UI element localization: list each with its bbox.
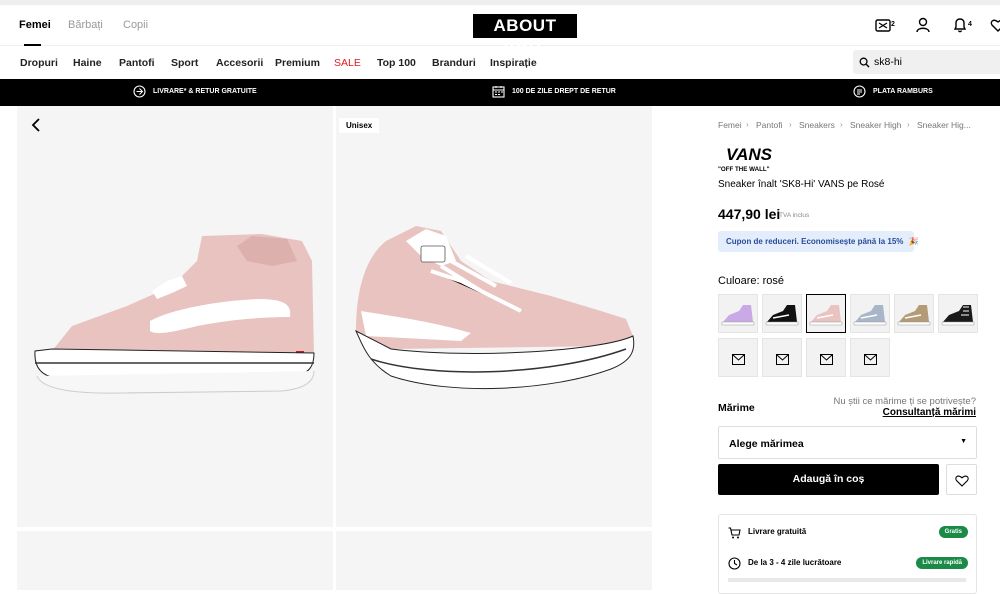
nav-item-premium[interactable]: Premium [275, 57, 320, 69]
chevron-right-icon: › [746, 120, 749, 129]
user-icon[interactable] [915, 17, 937, 35]
product-image-1[interactable] [17, 106, 333, 527]
product-image-3[interactable] [17, 531, 333, 590]
nav-item-brands[interactable]: Branduri [432, 57, 476, 69]
nav-item-inspiration[interactable]: Inspirație [490, 57, 537, 69]
coupon-text: Cupon de reduceri. Economisește până la … [726, 237, 904, 246]
size-select-placeholder: Alege mărimea [729, 438, 804, 450]
chevron-right-icon: › [840, 120, 843, 129]
party-icon: 🎉 [908, 237, 919, 246]
breadcrumb-current: Sneaker Hig... [917, 120, 971, 130]
color-swatch-placeholder[interactable] [806, 338, 846, 377]
clock-icon [728, 557, 741, 575]
unisex-badge: Unisex [339, 118, 380, 133]
color-swatch-black-white[interactable] [938, 294, 978, 333]
chevron-down-icon: ▼ [960, 438, 967, 445]
color-swatch-lilac[interactable] [718, 294, 758, 333]
gender-tab-women[interactable]: Femei [19, 19, 51, 31]
color-swatch-blue-grey[interactable] [850, 294, 890, 333]
nav-item-clothing[interactable]: Haine [73, 57, 102, 69]
color-swatch-placeholder[interactable] [718, 338, 758, 377]
main-nav: Dropuri Haine Pantofi Sport Accesorii Pr… [0, 47, 1000, 79]
product-image-2[interactable] [336, 106, 652, 527]
chevron-right-icon: › [907, 120, 910, 129]
nav-item-sport[interactable]: Sport [171, 57, 198, 69]
gender-tab-men[interactable]: Bărbați [68, 19, 103, 31]
color-swatch-rose-selected[interactable] [806, 294, 846, 333]
product-price: 447,90 lei [718, 206, 781, 222]
fast-delivery-badge: Livrare rapidă [916, 557, 968, 569]
about-you-logo[interactable]: ABOUT YOU○ [473, 14, 577, 59]
free-badge: Gratis [938, 526, 968, 538]
size-advice-link[interactable]: Consultanță mărimi [883, 407, 976, 418]
color-swatch-placeholder[interactable] [850, 338, 890, 377]
sneaker-angle-view [354, 226, 635, 390]
delivery-row-free: Livrare gratuită Gratis [728, 526, 968, 540]
promo-return-days: 100 de zile drept de retur [512, 88, 616, 95]
svg-text:"OFF THE WALL": "OFF THE WALL" [718, 166, 770, 173]
color-label: Culoare: rosé [718, 275, 785, 287]
notification-count: 4 [968, 21, 972, 28]
breadcrumb-sneaker-high[interactable]: Sneaker High [850, 120, 902, 130]
coupon-banner[interactable]: Cupon de reduceri. Economisește până la … [718, 231, 919, 252]
breadcrumb-women[interactable]: Femei [718, 120, 742, 130]
nav-item-sale[interactable]: SALE [334, 57, 361, 69]
image-placeholder-icon [864, 352, 877, 370]
promo-free-delivery: Livrare* & retur gratuite [153, 88, 257, 95]
size-label: Mărime [718, 402, 755, 414]
header: Femei Bărbați Copii ABOUT YOU○ 2 4 [0, 5, 1000, 59]
search-icon [859, 55, 870, 73]
svg-text:VANS: VANS [726, 145, 773, 164]
breadcrumb-shoes[interactable]: Pantofi [756, 120, 782, 130]
chevron-left-icon[interactable] [31, 118, 41, 137]
product-title: Sneaker înalt 'SK8-Hi' VANS pe Rosé [718, 179, 885, 190]
return-icon [133, 85, 146, 98]
color-swatch-placeholder[interactable] [762, 338, 802, 377]
search-input[interactable]: sk8-hi [853, 50, 1000, 74]
add-to-cart-button[interactable]: Adaugă în coș [718, 464, 939, 495]
bell-icon[interactable]: 4 [952, 17, 974, 35]
chevron-right-icon: › [789, 120, 792, 129]
size-select[interactable]: Alege mărimea ▼ [718, 426, 977, 459]
product-image-4[interactable] [336, 531, 652, 590]
promo-bar: Livrare* & retur gratuite 100 de zile dr… [0, 79, 1000, 106]
delivery-row-time: De la 3 - 4 zile lucrătoare Livrare rapi… [728, 557, 968, 571]
promo-cash-on-delivery: Plata ramburs [873, 88, 933, 95]
delivery-info-box: Livrare gratuită Gratis De la 3 - 4 zile… [718, 514, 977, 594]
add-to-wishlist-button[interactable] [946, 464, 977, 495]
color-swatch-black[interactable] [762, 294, 802, 333]
color-swatch-tan[interactable] [894, 294, 934, 333]
nav-item-drops[interactable]: Dropuri [20, 57, 58, 69]
cash-icon [853, 85, 866, 98]
active-tab-indicator [24, 44, 41, 46]
cart-icon[interactable]: 2 [875, 17, 897, 35]
nav-item-accessories[interactable]: Accesorii [216, 57, 263, 69]
gender-tab-kids[interactable]: Copii [123, 19, 148, 31]
delivery-free-text: Livrare gratuită [748, 527, 807, 536]
image-placeholder-icon [776, 352, 789, 370]
calendar-icon [492, 85, 505, 98]
vat-note: TVA inclus [779, 212, 810, 219]
cart-count: 2 [891, 21, 895, 28]
delivery-divider [728, 578, 966, 582]
nav-item-shoes[interactable]: Pantofi [119, 57, 155, 69]
heart-icon [955, 474, 969, 492]
vans-brand-logo[interactable]: VANS "OFF THE WALL" [718, 143, 786, 173]
image-placeholder-icon [820, 352, 833, 370]
delivery-time-text: De la 3 - 4 zile lucrătoare [748, 558, 842, 567]
search-value: sk8-hi [874, 56, 903, 68]
image-placeholder-icon [732, 352, 745, 370]
sneaker-side-view [34, 234, 315, 394]
size-help-text: Nu știi ce mărime ți se potrivește? [833, 396, 976, 407]
breadcrumb-sneakers[interactable]: Sneakers [799, 120, 835, 130]
cart-icon [728, 526, 741, 544]
nav-item-top100[interactable]: Top 100 [377, 57, 416, 69]
wishlist-icon[interactable] [990, 17, 1000, 35]
